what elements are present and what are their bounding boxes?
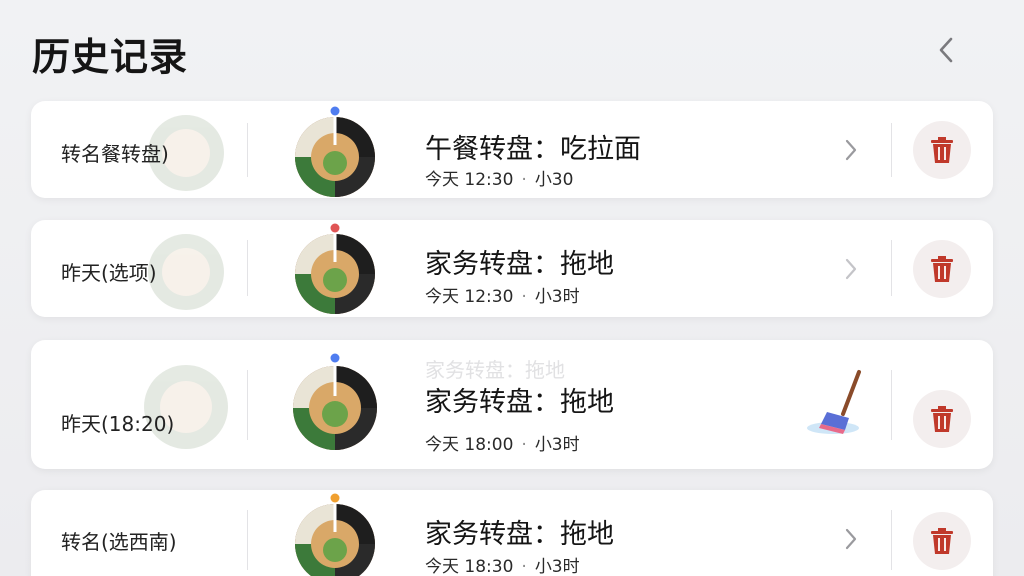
history-card[interactable]: 昨天(选项) 家务转盘：拖地 今天 12:30 · 小3时: [31, 220, 993, 317]
delete-button[interactable]: [913, 240, 971, 298]
record-meta: 今天 18:00 · 小3时: [425, 430, 580, 455]
chevron-right-icon: [845, 139, 857, 161]
separator-dot: ·: [521, 170, 527, 190]
divider: [891, 240, 892, 296]
divider: [891, 370, 892, 440]
open-record-button[interactable]: [843, 137, 859, 163]
record-extra: 小3时: [534, 287, 580, 307]
history-card[interactable]: 转名餐转盘) 午餐转盘：吃拉面 今天 12:30 · 小30: [31, 101, 993, 198]
separator-dot: ·: [521, 557, 527, 576]
record-time: 今天 12:30: [425, 287, 514, 307]
chevron-right-icon: [845, 258, 857, 280]
page-title: 历史记录: [32, 35, 189, 79]
divider: [247, 370, 248, 440]
record-meta: 今天 18:30 · 小3时: [425, 552, 580, 576]
trash-icon: [931, 406, 953, 432]
trash-icon: [931, 528, 953, 554]
ghost-wheel-icon: [144, 365, 228, 449]
spin-wheel-icon: [295, 493, 375, 576]
wheel-title: 家务转盘：拖地: [425, 519, 614, 550]
spin-wheel-icon: [295, 223, 375, 314]
trash-icon: [931, 137, 953, 163]
record-meta: 今天 12:30 · 小3时: [425, 282, 580, 307]
record-meta: 今天 12:30 · 小30: [425, 165, 573, 190]
record-extra: 小30: [534, 170, 574, 190]
record-time: 今天 18:00: [425, 435, 514, 455]
divider: [891, 123, 892, 177]
open-record-button[interactable]: [843, 256, 859, 282]
record-time: 今天 18:30: [425, 557, 514, 576]
history-card[interactable]: 转名(选西南) 家务转盘：拖地 今天 18:30 · 小3时: [31, 490, 993, 576]
wheel-title: 家务转盘：拖地: [425, 387, 614, 418]
spin-wheel-icon: [293, 353, 377, 450]
chevron-right-icon: [845, 528, 857, 550]
record-label: 昨天(选项): [61, 261, 157, 285]
wheel-title: 午餐转盘：吃拉面: [425, 134, 641, 165]
record-extra: 小3时: [534, 557, 580, 576]
delete-button[interactable]: [913, 121, 971, 179]
record-label: 昨天(18:20): [61, 412, 175, 436]
header: 历史记录: [0, 0, 1024, 96]
chevron-left-icon: [939, 37, 953, 63]
mop-icon: [807, 370, 861, 434]
separator-dot: ·: [521, 435, 527, 455]
ghost-title: 家务转盘：拖地: [425, 358, 565, 382]
record-extra: 小3时: [534, 435, 580, 455]
wheel-title: 家务转盘：拖地: [425, 249, 614, 280]
open-record-button[interactable]: [843, 526, 859, 552]
delete-button[interactable]: [913, 390, 971, 448]
record-label: 转名(选西南): [61, 530, 177, 554]
divider: [247, 123, 248, 177]
separator-dot: ·: [521, 287, 527, 307]
record-label: 转名餐转盘): [61, 142, 169, 166]
trash-icon: [931, 256, 953, 282]
divider: [891, 510, 892, 570]
back-button[interactable]: [928, 30, 964, 70]
record-time: 今天 12:30: [425, 170, 514, 190]
delete-button[interactable]: [913, 512, 971, 570]
history-card[interactable]: 昨天(18:20) 家务转盘：拖地 家务转盘：拖地 今天 18:00 · 小3时: [31, 340, 993, 469]
spin-wheel-icon: [295, 106, 375, 197]
divider: [247, 510, 248, 570]
divider: [247, 240, 248, 296]
